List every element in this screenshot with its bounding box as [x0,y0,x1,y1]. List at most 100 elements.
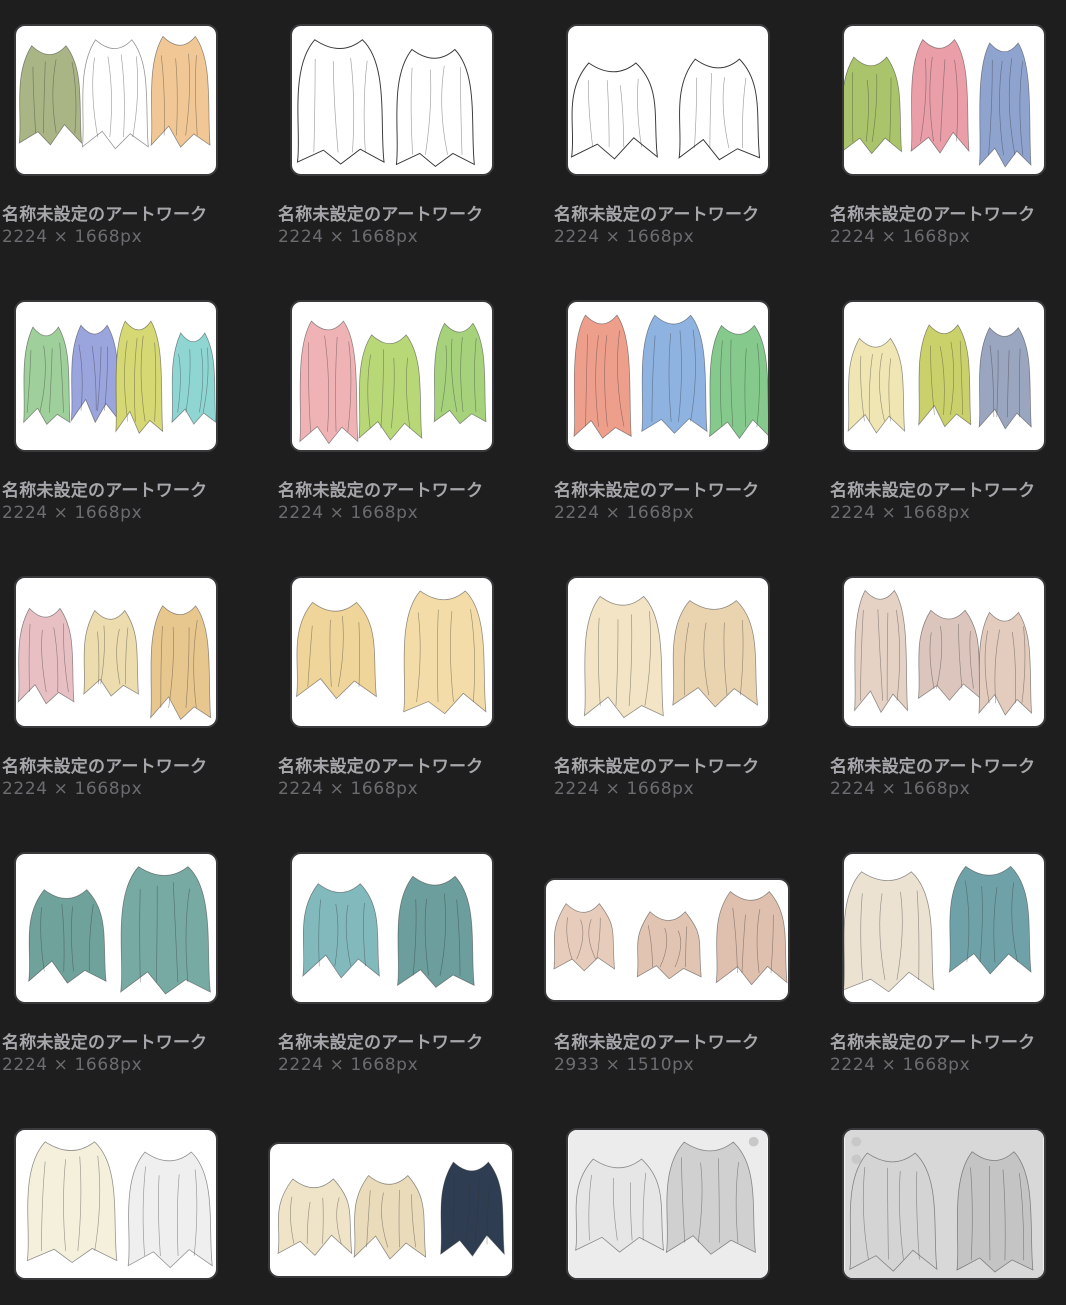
drapery-shape [844,871,935,993]
fold-line [425,69,432,155]
artwork-thumbnail[interactable] [842,1128,1046,1280]
artwork-thumbnail[interactable] [544,878,790,1002]
artwork-dimensions: 2224 × 1668px [554,779,695,799]
drapery-sketch [847,324,1032,434]
drapery-sketch [854,589,1033,716]
artwork-thumbnail[interactable] [290,576,494,728]
drapery-shape [978,42,1032,168]
artwork-dimensions: 2224 × 1668px [830,1055,971,1075]
fold-line [709,72,713,149]
drapery-shape [26,1141,118,1264]
artwork-dimensions: 2224 × 1668px [278,503,419,523]
artwork-thumbnail[interactable] [268,1142,514,1278]
drapery-shape [678,58,761,161]
fold-line [313,58,316,153]
artwork-dimensions: 2224 × 1668px [2,779,143,799]
fold-line [606,80,610,148]
drapery-shape [150,605,212,721]
drapery-shape [277,1178,353,1256]
drapery-shape [296,601,377,700]
artwork-thumbnail[interactable] [290,24,494,176]
artwork-thumbnail[interactable] [566,24,770,176]
artwork-dimensions: 2224 × 1668px [278,227,419,247]
drapery-shape [553,902,615,972]
drapery-shape [672,600,758,708]
drapery-shape [81,39,149,150]
artwork-thumbnail[interactable] [290,300,494,452]
artwork-title: 名称未設定のアートワーク [554,205,760,225]
drapery-sketch [844,1130,1044,1278]
drapery-sketch [299,320,487,445]
drapery-shape [918,324,972,428]
drapery-shape [636,911,702,980]
fold-line [588,80,594,148]
artwork-thumbnail[interactable] [566,576,770,728]
artwork-dimensions: 2224 × 1668px [2,503,143,523]
artwork-thumbnail[interactable] [290,852,494,1004]
artwork-title: 名称未設定のアートワーク [278,757,484,777]
drapery-shape [171,332,216,425]
drapery-shape [397,875,475,988]
drapery-shape [296,39,385,165]
drapery-sketch [844,38,1032,168]
artwork-title: 名称未設定のアートワーク [554,1033,760,1053]
drapery-shape [302,883,380,979]
artwork-dimensions: 2933 × 1510px [554,1055,695,1075]
fold-line [460,67,463,155]
artwork-title: 名称未設定のアートワーク [278,481,484,501]
artwork-thumbnail[interactable] [842,852,1046,1004]
drapery-sketch [573,314,768,440]
drapery-shape [23,326,71,425]
fold-line [441,65,448,155]
drapery-shape [120,866,211,995]
drapery-shape [18,45,83,146]
drapery-shape [715,891,788,986]
artwork-title: 名称未設定のアートワーク [830,1033,1036,1053]
drapery-shape [353,1175,427,1260]
artwork-thumbnail[interactable] [842,576,1046,728]
artwork-title: 名称未設定のアートワーク [278,205,484,225]
drapery-shape [956,1151,1034,1273]
artwork-title: 名称未設定のアートワーク [830,481,1036,501]
drapery-sketch [277,1161,505,1260]
artwork-title: 名称未設定のアートワーク [554,481,760,501]
drapery-shape [849,1152,938,1272]
drapery-shape [847,337,906,434]
fold-line [694,77,697,149]
artwork-thumbnail[interactable] [14,24,218,176]
drapery-sketch [23,320,216,435]
artwork-thumbnail[interactable] [14,1128,218,1280]
artwork-dimensions: 2224 × 1668px [2,227,143,247]
drapery-sketch [571,58,761,161]
artwork-title: 名称未設定のアートワーク [554,757,760,777]
artwork-gallery: 名称未設定のアートワーク 2224 × 1668px 名称未設定のアートワーク … [0,0,1066,1305]
drapery-shape [395,48,475,167]
drapery-sketch [296,590,487,715]
drapery-shape [571,62,658,160]
artwork-dimensions: 2224 × 1668px [554,227,695,247]
canvas-dot [851,1154,862,1165]
artwork-title: 名称未設定のアートワーク [830,757,1036,777]
artwork-thumbnail[interactable] [14,852,218,1004]
drapery-sketch [568,1130,768,1278]
drapery-shape [28,889,107,984]
artwork-dimensions: 2224 × 1668px [278,1055,419,1075]
drapery-shape [127,1151,213,1269]
artwork-thumbnail[interactable] [566,1128,770,1280]
artwork-thumbnail[interactable] [14,300,218,452]
artwork-thumbnail[interactable] [842,24,1046,176]
fold-line [637,78,642,148]
fold-line [619,85,625,148]
artwork-thumbnail[interactable] [842,300,1046,452]
drapery-shape [948,865,1032,975]
fold-line [350,57,355,153]
drapery-sketch [553,891,788,986]
artwork-thumbnail[interactable] [14,576,218,728]
drapery-sketch [296,39,475,167]
artwork-thumbnail[interactable] [566,300,770,452]
artwork-title: 名称未設定のアートワーク [2,481,208,501]
artwork-title: 名称未設定のアートワーク [2,757,208,777]
artwork-dimensions: 2224 × 1668px [830,779,971,799]
artwork-dimensions: 2224 × 1668px [554,503,695,523]
artwork-title: 名称未設定のアートワーク [2,205,208,225]
